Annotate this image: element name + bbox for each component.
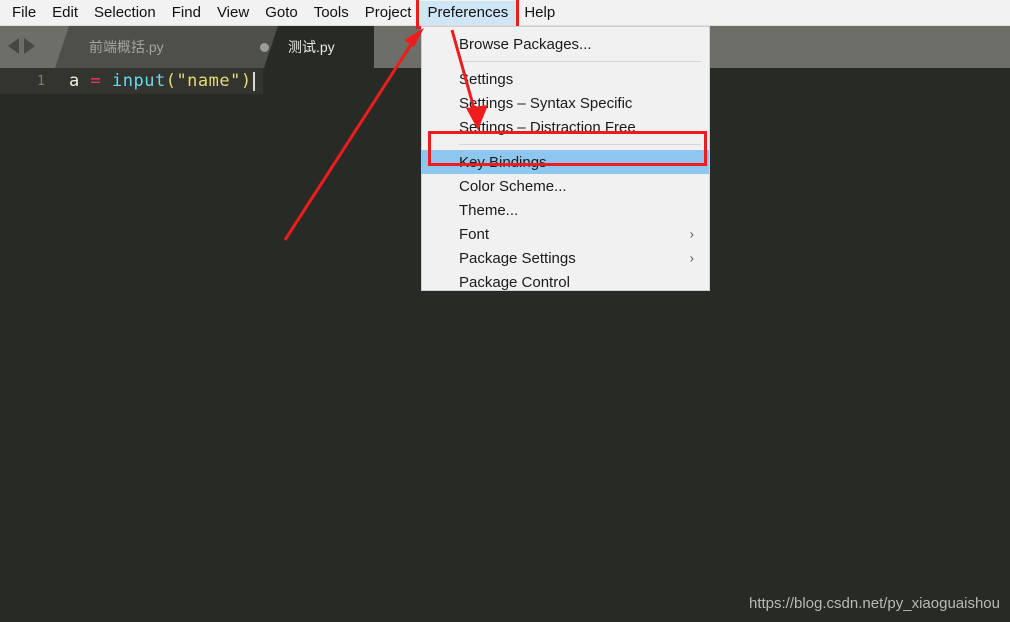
watermark-url: https://blog.csdn.net/py_xiaoguaishou xyxy=(748,595,1000,612)
text-cursor xyxy=(252,71,255,91)
code-token-paren-open: ( xyxy=(165,71,177,91)
menubar-item-label: Tools xyxy=(313,3,349,21)
menu-item-settings-syntax-specific[interactable]: Settings – Syntax Specific xyxy=(422,91,709,115)
tab-qianduangaikuo-py[interactable]: 前端概括.py xyxy=(55,26,287,68)
menubar-item-label: Help xyxy=(524,3,556,21)
menu-item-label: Settings xyxy=(459,70,514,88)
menubar-item-label: File xyxy=(12,3,37,21)
tab-modified-dot-icon[interactable] xyxy=(260,42,269,52)
menu-item-key-bindings[interactable]: Key Bindings xyxy=(421,150,709,174)
menu-item-label: Theme... xyxy=(459,201,519,219)
code-line-1[interactable]: a = input ( "name" ) xyxy=(57,68,263,94)
menu-item-font[interactable]: Font › xyxy=(422,222,709,246)
code-token-operator: = xyxy=(90,71,102,91)
menu-item-label: Package Control xyxy=(459,273,570,291)
menubar-item-help[interactable]: Help xyxy=(516,1,563,25)
tab-label: 测试.py xyxy=(288,39,335,55)
menubar-item-label: Preferences xyxy=(427,3,509,21)
menu-item-label: Settings – Syntax Specific xyxy=(459,94,633,112)
chevron-right-icon: › xyxy=(689,226,694,242)
menubar-item-label: View xyxy=(216,3,250,21)
menu-bar: File Edit Selection Find View Goto Tools… xyxy=(0,0,1010,29)
menu-item-settings-distraction-free[interactable]: Settings – Distraction Free xyxy=(422,115,709,139)
code-token-paren-close: ) xyxy=(240,71,252,91)
menubar-item-label: Project xyxy=(364,3,412,21)
menu-item-label: Package Settings xyxy=(459,249,576,267)
menu-item-label: Key Bindings xyxy=(459,153,547,171)
code-token-space2 xyxy=(101,71,112,91)
menubar-item-label: Selection xyxy=(94,3,156,21)
menubar-item-goto[interactable]: Goto xyxy=(257,1,306,25)
menubar-item-edit[interactable]: Edit xyxy=(44,1,86,25)
selection-gutter xyxy=(421,150,433,174)
menubar-item-label: Goto xyxy=(265,3,298,21)
menu-item-browse-packages[interactable]: Browse Packages... xyxy=(422,32,709,56)
sublime-text-window: File Edit Selection Find View Goto Tools… xyxy=(0,0,1010,622)
menu-item-theme[interactable]: Theme... xyxy=(422,198,709,222)
chevron-right-icon: › xyxy=(689,250,694,266)
tab-label: 前端概括.py xyxy=(89,39,164,55)
triangle-right-icon[interactable] xyxy=(24,38,35,54)
menu-separator-2 xyxy=(459,144,701,145)
menubar-item-find[interactable]: Find xyxy=(164,1,209,25)
menubar-item-label: Find xyxy=(171,3,201,21)
menu-item-package-settings[interactable]: Package Settings › xyxy=(422,246,709,270)
code-token-string: "name" xyxy=(176,71,241,91)
menubar-item-view[interactable]: View xyxy=(209,1,257,25)
menubar-item-tools[interactable]: Tools xyxy=(306,1,357,25)
tab-nav-arrows xyxy=(8,38,35,54)
menu-item-label: Browse Packages... xyxy=(459,35,592,53)
menubar-item-selection[interactable]: Selection xyxy=(86,1,164,25)
tab-ceshi-py[interactable]: 测试.py xyxy=(264,26,374,68)
triangle-left-icon[interactable] xyxy=(8,38,19,54)
code-token-function: input xyxy=(112,71,166,91)
menu-item-settings[interactable]: Settings xyxy=(422,67,709,91)
menu-item-color-scheme[interactable]: Color Scheme... xyxy=(422,174,709,198)
menu-item-label: Font xyxy=(459,225,490,243)
menu-item-label: Settings – Distraction Free xyxy=(459,118,636,136)
menubar-item-project[interactable]: Project xyxy=(357,1,420,25)
menu-separator-1 xyxy=(459,61,701,62)
menubar-item-label: Edit xyxy=(52,3,79,21)
code-token-variable: a xyxy=(69,71,80,91)
menu-item-package-control[interactable]: Package Control xyxy=(422,270,709,294)
menu-item-label: Color Scheme... xyxy=(459,177,567,195)
preferences-dropdown-menu: Browse Packages... Settings Settings – S… xyxy=(421,26,710,291)
menubar-item-file[interactable]: File xyxy=(4,1,44,25)
menubar-item-preferences[interactable]: Preferences xyxy=(416,0,520,29)
code-token-space1 xyxy=(80,71,91,91)
line-number: 1 xyxy=(37,73,45,89)
line-number-gutter: 1 xyxy=(0,68,57,94)
